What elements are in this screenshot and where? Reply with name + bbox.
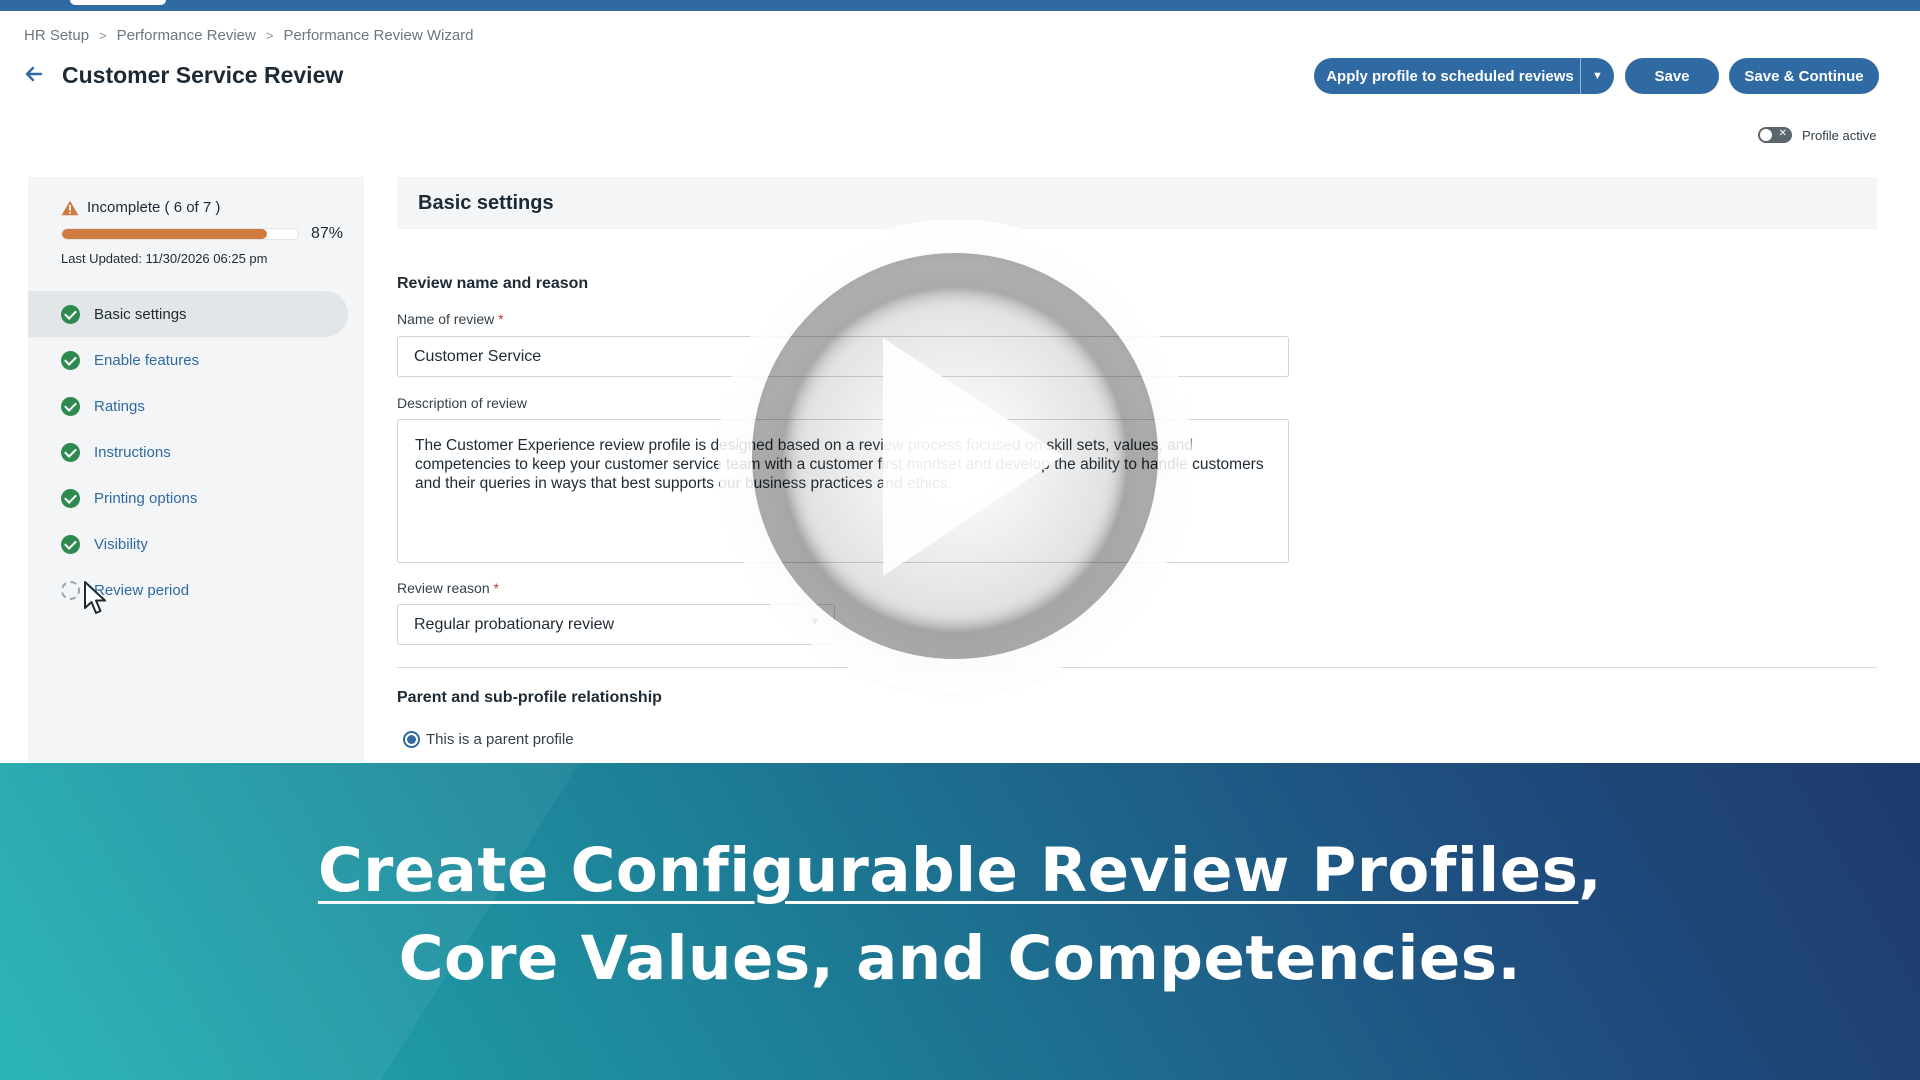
check-circle-icon [61, 488, 80, 508]
breadcrumb-wizard: Performance Review Wizard [283, 27, 474, 44]
pending-circle-icon [61, 580, 80, 600]
step-label: Basic settings [94, 305, 187, 323]
breadcrumb-performance-review[interactable]: Performance Review [117, 27, 256, 44]
step-visibility[interactable]: Visibility [28, 521, 348, 567]
breadcrumb: HR Setup > Performance Review > Performa… [24, 27, 474, 44]
parent-profile-option[interactable]: This is a parent profile [403, 731, 574, 748]
check-circle-icon [61, 442, 80, 462]
name-label-row: Name of review * [397, 311, 504, 327]
step-label: Ratings [94, 397, 145, 415]
caret-down-icon: ▼ [1592, 70, 1603, 82]
reason-label: Review reason [397, 580, 490, 596]
warning-icon [61, 200, 79, 215]
top-bar [0, 0, 1920, 11]
breadcrumb-hr-setup[interactable]: HR Setup [24, 27, 89, 44]
progress-percent: 87% [311, 225, 344, 242]
page-title: Customer Service Review [62, 62, 344, 88]
chevron-right-icon: > [99, 28, 107, 43]
relationship-title: Parent and sub-profile relationship [397, 689, 662, 706]
banner-headline: Create Configurable Review Profiles, Cor… [0, 827, 1920, 1003]
check-circle-icon [61, 350, 80, 370]
section-header-title: Basic settings [418, 192, 554, 214]
required-mark: * [493, 580, 499, 596]
desc-label: Description of review [397, 395, 527, 411]
wizard-steps: Basic settings Enable features Ratings I… [28, 291, 348, 613]
profile-active-toggle-row: ✕ Profile active [1758, 127, 1876, 143]
banner-line-1: Create Configurable Review Profiles, [0, 827, 1920, 915]
progress-bar [61, 228, 299, 240]
step-label: Visibility [94, 535, 148, 553]
step-label: Printing options [94, 489, 198, 507]
step-instructions[interactable]: Instructions [28, 429, 348, 475]
banner-line-1-suffix: , [1578, 835, 1603, 906]
review-reason-value: Regular probationary review [414, 616, 615, 633]
apply-dropdown-toggle[interactable]: ▼ [1580, 58, 1614, 94]
reason-label-row: Review reason * [397, 580, 499, 596]
profile-active-toggle[interactable]: ✕ [1758, 127, 1792, 143]
check-circle-icon [61, 534, 80, 554]
banner-line-1-underlined: Create Configurable Review Profiles [317, 835, 1579, 906]
save-continue-button[interactable]: Save & Continue [1729, 58, 1879, 94]
toggle-knob [1760, 129, 1772, 141]
step-ratings[interactable]: Ratings [28, 383, 348, 429]
step-printing-options[interactable]: Printing options [28, 475, 348, 521]
check-circle-icon [61, 396, 80, 416]
progress-bar-fill [62, 229, 268, 239]
step-basic-settings[interactable]: Basic settings [28, 291, 348, 337]
name-label: Name of review [397, 311, 495, 327]
check-circle-icon [61, 304, 80, 324]
top-bar-tab[interactable] [70, 0, 166, 5]
chevron-right-icon: > [265, 28, 274, 43]
step-label: Instructions [94, 443, 171, 461]
required-mark: * [498, 311, 504, 327]
parent-profile-label: This is a parent profile [426, 731, 574, 748]
apply-profile-button[interactable]: Apply profile to scheduled reviews ▼ [1314, 58, 1614, 94]
completion-status-text: Incomplete ( 6 of 7 ) [87, 199, 221, 216]
name-reason-title: Review name and reason [397, 275, 589, 292]
wizard-sidebar: Incomplete ( 6 of 7 ) 87% Last Updated: … [28, 177, 364, 762]
completion-status: Incomplete ( 6 of 7 ) [61, 199, 220, 216]
last-updated: Last Updated: 11/30/2026 06:25 pm [61, 251, 268, 266]
step-label: Enable features [94, 351, 200, 369]
close-icon: ✕ [1778, 128, 1787, 139]
back-arrow-icon[interactable] [24, 64, 48, 88]
step-enable-features[interactable]: Enable features [28, 337, 348, 383]
play-button-icon[interactable] [715, 220, 1195, 700]
promo-banner: Create Configurable Review Profiles, Cor… [0, 763, 1920, 1080]
radio-selected[interactable] [403, 731, 420, 748]
profile-active-label: Profile active [1802, 127, 1877, 143]
mouse-cursor-icon [84, 581, 106, 614]
save-button[interactable]: Save [1625, 58, 1719, 94]
banner-line-2: Core Values, and Competencies. [398, 923, 1522, 994]
step-review-period[interactable]: Review period [28, 567, 348, 613]
apply-profile-label: Apply profile to scheduled reviews [1326, 67, 1574, 85]
